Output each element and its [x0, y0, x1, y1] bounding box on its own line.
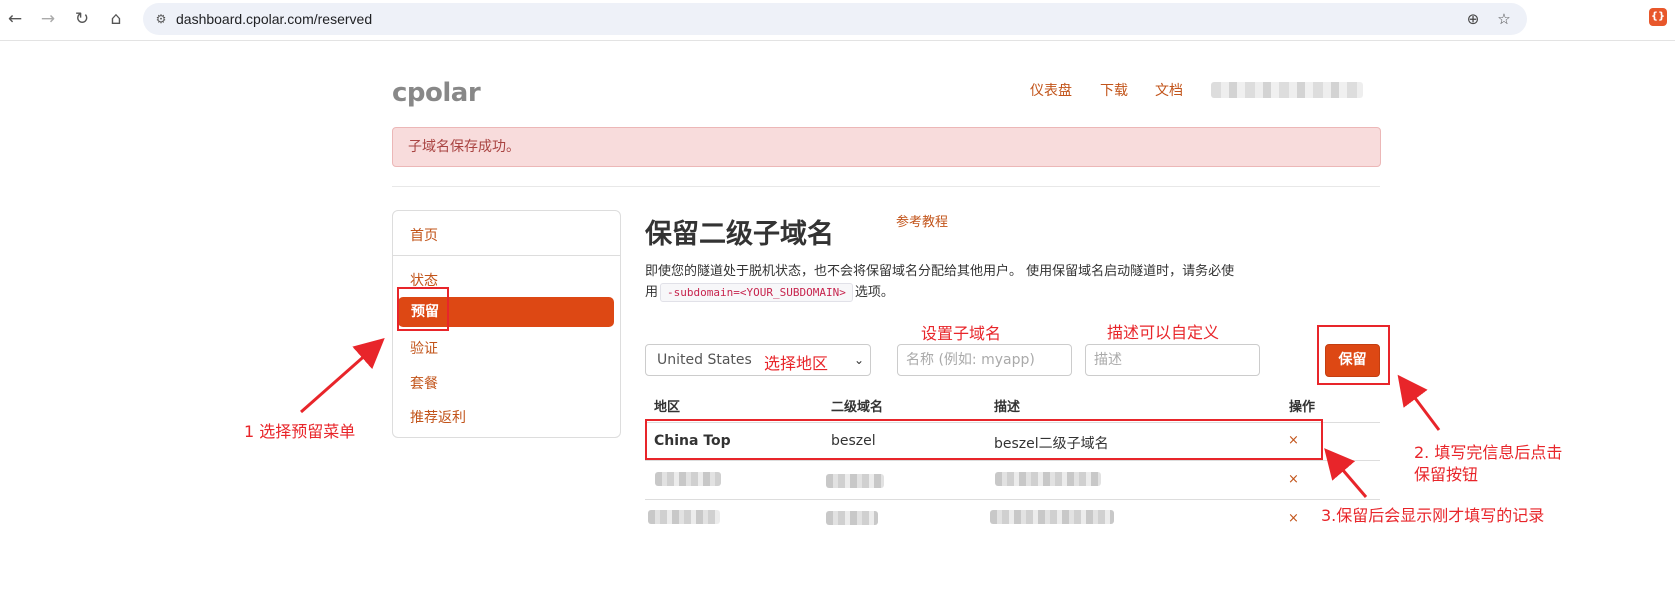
arrow-step1: [300, 338, 385, 414]
annotation-arrows: [300, 338, 1441, 498]
arrow-step3: [1324, 448, 1368, 498]
arrow-step2: [1397, 374, 1441, 431]
